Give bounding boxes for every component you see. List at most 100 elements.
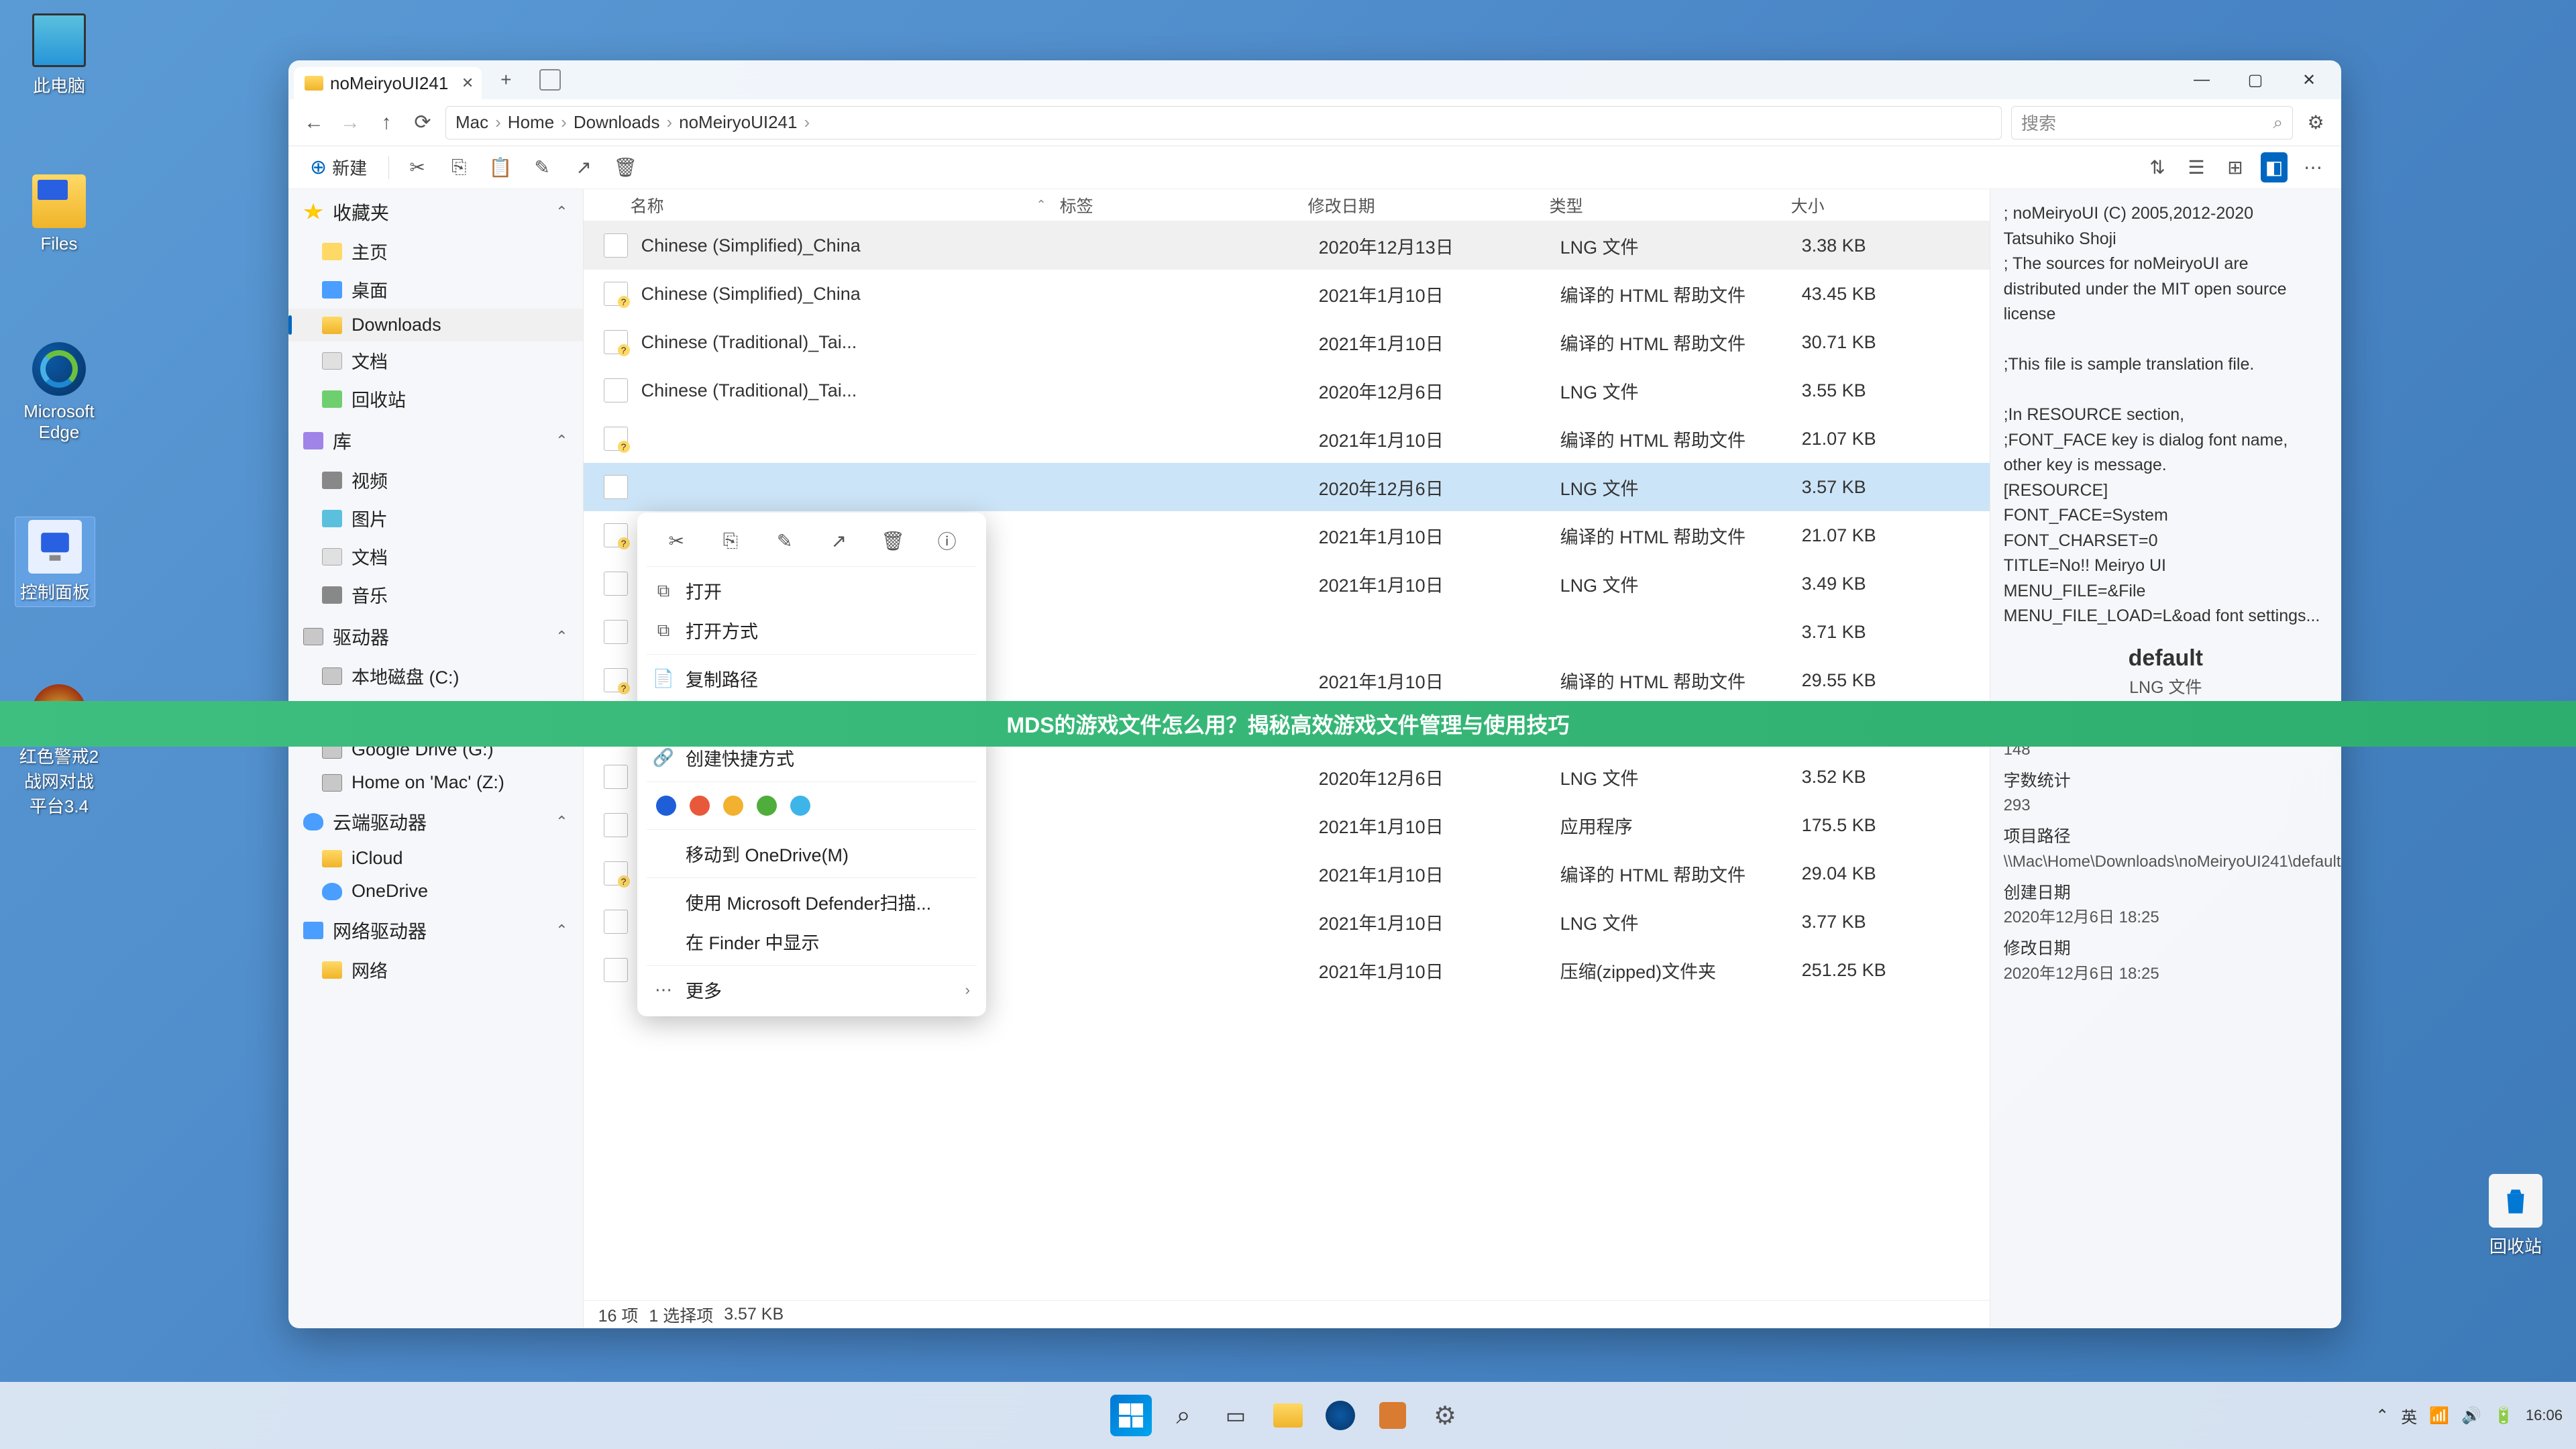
desktop-this-pc[interactable]: 此电脑 xyxy=(19,13,99,97)
file-row[interactable]: 2021年1月10日编译的 HTML 帮助文件21.07 KB xyxy=(584,415,1990,463)
ctx-defender[interactable]: 使用 Microsoft Defender扫描... xyxy=(637,882,986,922)
file-row[interactable]: 2020年12月6日LNG 文件3.57 KB xyxy=(584,463,1990,511)
more-button[interactable]: ⋯ xyxy=(2300,152,2326,182)
column-headers[interactable]: 名称 ⌃ 标签 修改日期 类型 大小 xyxy=(584,189,1990,221)
sidebar-favorites-header[interactable]: 收藏夹⌃ xyxy=(288,192,583,232)
file-row[interactable]: Chinese (Traditional)_Tai...2021年1月10日编译… xyxy=(584,318,1990,366)
ctx-more[interactable]: ⋯更多› xyxy=(637,970,986,1010)
file-row[interactable]: Chinese (Simplified)_China2021年1月10日编译的 … xyxy=(584,270,1990,318)
sidebar-item[interactable]: 音乐 xyxy=(288,576,583,614)
desktop-control-panel[interactable]: 控制面板 xyxy=(15,517,95,607)
sort-button[interactable]: ⇅ xyxy=(2144,152,2171,182)
tag-blue[interactable] xyxy=(656,796,676,816)
rename-button[interactable]: ✎ xyxy=(529,152,555,182)
ctx-color-tags[interactable] xyxy=(637,786,986,825)
desktop-recycle-bin[interactable]: 回收站 xyxy=(2475,1174,2556,1258)
ctx-copy-path[interactable]: 📄复制路径 xyxy=(637,659,986,698)
ctx-delete-icon[interactable]: 🗑 xyxy=(878,526,908,555)
tag-orange[interactable] xyxy=(690,796,710,816)
breadcrumb[interactable]: Mac› Home› Downloads› noMeiryoUI241› xyxy=(445,106,2002,140)
maximize-button[interactable]: ▢ xyxy=(2229,63,2282,97)
taskbar-edge[interactable] xyxy=(1320,1395,1361,1436)
ctx-cut-icon[interactable]: ✂ xyxy=(661,526,691,555)
file-row[interactable]: Chinese (Simplified)_China2020年12月13日LNG… xyxy=(584,221,1990,270)
preview-pane-button[interactable]: ◧ xyxy=(2261,152,2288,182)
col-type[interactable]: 类型 xyxy=(1550,193,1791,217)
forward-button[interactable]: → xyxy=(337,109,364,136)
tag-yellow[interactable] xyxy=(723,796,743,816)
sidebar-item[interactable]: 图片 xyxy=(288,499,583,537)
sidebar-item[interactable]: 文档 xyxy=(288,537,583,576)
crumb[interactable]: Home xyxy=(508,112,554,133)
close-button[interactable]: ✕ xyxy=(2282,63,2336,97)
sidebar-drives-header[interactable]: 驱动器⌃ xyxy=(288,616,583,657)
ctx-onedrive[interactable]: 移动到 OneDrive(M) xyxy=(637,834,986,873)
start-button[interactable] xyxy=(1110,1395,1152,1436)
new-tab-button[interactable]: + xyxy=(492,66,519,93)
ctx-copy-icon[interactable]: ⎘ xyxy=(716,526,745,555)
sidebar-item[interactable]: Downloads xyxy=(288,309,583,341)
tab-overview-icon[interactable] xyxy=(539,69,561,91)
refresh-button[interactable]: ⟳ xyxy=(409,109,436,136)
delete-button[interactable]: 🗑 xyxy=(612,152,639,182)
copy-button[interactable]: ⎘ xyxy=(445,152,472,182)
cut-button[interactable]: ✂ xyxy=(404,152,431,182)
ctx-rename-icon[interactable]: ✎ xyxy=(770,526,800,555)
new-button[interactable]: ⊕新建 xyxy=(303,151,374,184)
tray-ime[interactable]: 英 xyxy=(2401,1404,2417,1428)
tray-volume-icon[interactable]: 🔊 xyxy=(2461,1406,2481,1426)
taskbar-explorer[interactable] xyxy=(1267,1395,1309,1436)
minimize-button[interactable]: — xyxy=(2175,63,2229,97)
desktop-edge[interactable]: Microsoft Edge xyxy=(19,342,99,443)
titlebar[interactable]: noMeiryoUI241 ✕ + — ▢ ✕ xyxy=(288,60,2341,99)
view-button[interactable]: ☰ xyxy=(2183,152,2210,182)
system-tray[interactable]: ⌃ 英 📶 🔊 🔋 16:06 xyxy=(2375,1404,2563,1428)
sidebar-cloud-header[interactable]: 云端驱动器⌃ xyxy=(288,802,583,842)
crumb[interactable]: Downloads xyxy=(574,112,660,133)
tag-lightblue[interactable] xyxy=(790,796,810,816)
sidebar-item[interactable]: 主页 xyxy=(288,232,583,270)
group-button[interactable]: ⊞ xyxy=(2222,152,2249,182)
col-date[interactable]: 修改日期 xyxy=(1308,193,1550,217)
sidebar-network-header[interactable]: 网络驱动器⌃ xyxy=(288,910,583,951)
col-size[interactable]: 大小 xyxy=(1791,193,1979,217)
crumb[interactable]: noMeiryoUI241 xyxy=(679,112,797,133)
sort-asc-icon[interactable]: ⌃ xyxy=(1036,198,1046,212)
col-name[interactable]: 名称 xyxy=(631,193,664,217)
back-button[interactable]: ← xyxy=(301,109,327,136)
tray-battery-icon[interactable]: 🔋 xyxy=(2493,1406,2514,1426)
tag-green[interactable] xyxy=(757,796,777,816)
taskbar-search[interactable]: ⌕ xyxy=(1163,1395,1204,1436)
sidebar-item[interactable]: 视频 xyxy=(288,461,583,499)
crumb[interactable]: Mac xyxy=(455,112,488,133)
tray-chevron-icon[interactable]: ⌃ xyxy=(2375,1406,2389,1426)
ctx-open[interactable]: ⧉打开 xyxy=(637,571,986,610)
sidebar-item[interactable]: 网络 xyxy=(288,951,583,989)
ctx-info-icon[interactable]: ⓘ xyxy=(932,526,962,555)
paste-button[interactable]: 📋 xyxy=(487,152,514,182)
sidebar-item[interactable]: OneDrive xyxy=(288,875,583,908)
ctx-open-with[interactable]: ⧉打开方式 xyxy=(637,610,986,650)
taskbar[interactable]: ⌕ ▭ ⚙ ⌃ 英 📶 🔊 🔋 16:06 xyxy=(0,1382,2576,1449)
sidebar-item[interactable]: iCloud xyxy=(288,842,583,875)
sidebar-library-header[interactable]: 库⌃ xyxy=(288,421,583,461)
taskbar-taskview[interactable]: ▭ xyxy=(1215,1395,1256,1436)
tray-wifi-icon[interactable]: 📶 xyxy=(2429,1406,2449,1426)
sidebar-item[interactable]: Home on 'Mac' (Z:) xyxy=(288,766,583,799)
col-tags[interactable]: 标签 xyxy=(1060,193,1308,217)
ctx-finder[interactable]: 在 Finder 中显示 xyxy=(637,922,986,961)
share-button[interactable]: ↗ xyxy=(570,152,597,182)
tab-active[interactable]: noMeiryoUI241 ✕ xyxy=(294,67,482,99)
desktop-files[interactable]: Files xyxy=(19,174,99,254)
ctx-share-icon[interactable]: ↗ xyxy=(824,526,853,555)
up-button[interactable]: ↑ xyxy=(373,109,400,136)
settings-button[interactable]: ⚙ xyxy=(2302,109,2329,136)
tray-clock[interactable]: 16:06 xyxy=(2526,1407,2563,1424)
close-tab-icon[interactable]: ✕ xyxy=(462,74,474,92)
file-row[interactable]: Chinese (Traditional)_Tai...2020年12月6日LN… xyxy=(584,366,1990,415)
taskbar-app1[interactable] xyxy=(1372,1395,1413,1436)
sidebar-item[interactable]: 桌面 xyxy=(288,270,583,309)
sidebar-item[interactable]: 文档 xyxy=(288,341,583,380)
taskbar-settings[interactable]: ⚙ xyxy=(1424,1395,1466,1436)
sidebar-item[interactable]: 本地磁盘 (C:) xyxy=(288,657,583,695)
